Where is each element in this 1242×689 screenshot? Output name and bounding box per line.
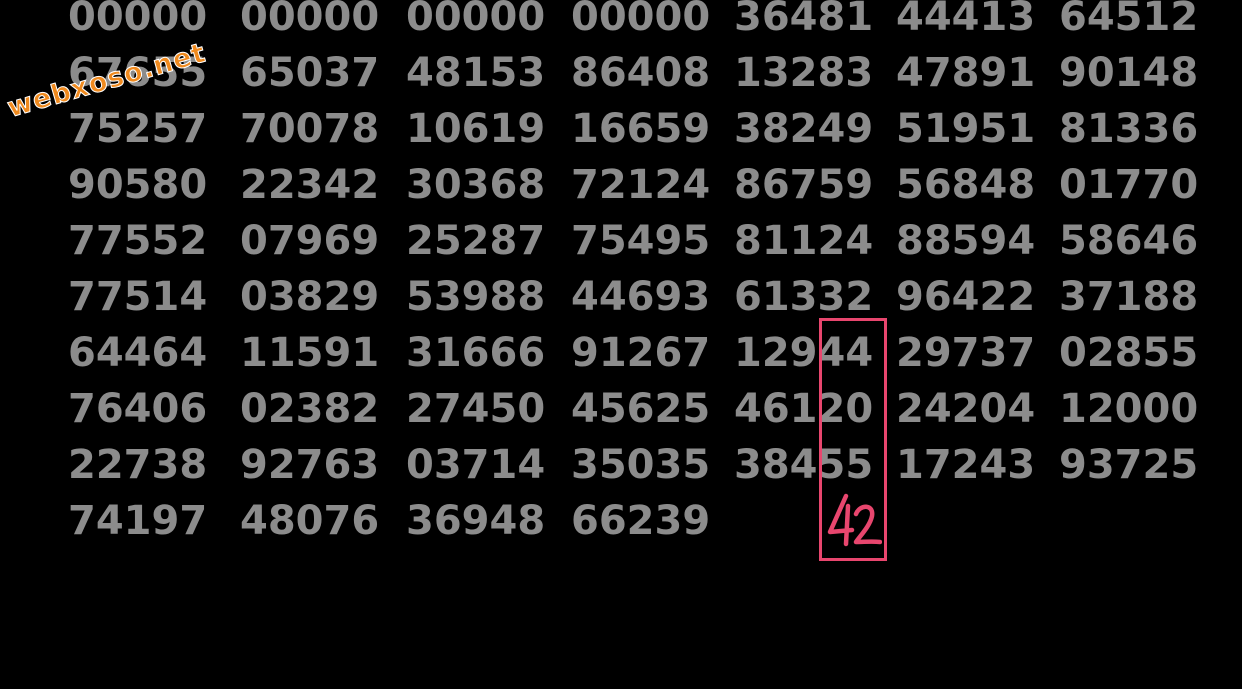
grid-number: 66239 (571, 498, 711, 544)
grid-number: 07969 (240, 218, 380, 264)
grid-number: 44413 (896, 0, 1036, 40)
grid-number: 96422 (896, 274, 1036, 320)
grid-number: 44693 (571, 274, 711, 320)
grid-number: 64464 (68, 330, 208, 376)
grid-number: 48153 (406, 50, 546, 96)
grid-number: 93725 (1059, 442, 1199, 488)
grid-number: 02382 (240, 386, 380, 432)
grid-number: 75257 (68, 106, 208, 152)
grid-number: 01770 (1059, 162, 1199, 208)
grid-number: 77552 (68, 218, 208, 264)
grid-number: 86759 (734, 162, 874, 208)
grid-number: 00000 (240, 0, 380, 40)
grid-number: 90148 (1059, 50, 1199, 96)
grid-number: 64512 (1059, 0, 1199, 40)
grid-number: 02855 (1059, 330, 1199, 376)
grid-number: 47891 (896, 50, 1036, 96)
grid-number: 81336 (1059, 106, 1199, 152)
grid-number: 81124 (734, 218, 874, 264)
grid-number: 38249 (734, 106, 874, 152)
grid-number: 17243 (896, 442, 1036, 488)
grid-number: 24204 (896, 386, 1036, 432)
grid-number: 27450 (406, 386, 546, 432)
grid-number: 11591 (240, 330, 380, 376)
grid-number: 58646 (1059, 218, 1199, 264)
grid-number: 22342 (240, 162, 380, 208)
grid-number: 74197 (68, 498, 208, 544)
grid-number: 86408 (571, 50, 711, 96)
grid-number: 75495 (571, 218, 711, 264)
grid-number: 36481 (734, 0, 874, 40)
grid-number: 00000 (68, 0, 208, 40)
grid-number: 77514 (68, 274, 208, 320)
grid-number: 13283 (734, 50, 874, 96)
grid-number: 00000 (571, 0, 711, 40)
grid-number: 25287 (406, 218, 546, 264)
grid-number: 76406 (68, 386, 208, 432)
grid-number: 36948 (406, 498, 546, 544)
grid-number: 56848 (896, 162, 1036, 208)
grid-number: 65037 (240, 50, 380, 96)
grid-number: 61332 (734, 274, 874, 320)
lottery-number-grid-image: 00000 00000 00000 00000 36481 44413 64512 67655… (0, 0, 1242, 689)
grid-number: 90580 (68, 162, 208, 208)
grid-number: 53988 (406, 274, 546, 320)
grid-number: 88594 (896, 218, 1036, 264)
grid-number: 48076 (240, 498, 380, 544)
handwritten-note (827, 493, 882, 547)
grid-number: 37188 (1059, 274, 1199, 320)
grid-number: 91267 (571, 330, 711, 376)
grid-number: 10619 (406, 106, 546, 152)
grid-number: 70078 (240, 106, 380, 152)
grid-number: 35035 (571, 442, 711, 488)
grid-number: 30368 (406, 162, 546, 208)
grid-number: 29737 (896, 330, 1036, 376)
grid-number: 51951 (896, 106, 1036, 152)
grid-number: 72124 (571, 162, 711, 208)
grid-number: 00000 (406, 0, 546, 40)
grid-number: 92763 (240, 442, 380, 488)
grid-number: 03714 (406, 442, 546, 488)
grid-number: 31666 (406, 330, 546, 376)
grid-number: 16659 (571, 106, 711, 152)
grid-number: 12000 (1059, 386, 1199, 432)
grid-number: 03829 (240, 274, 380, 320)
grid-number: 22738 (68, 442, 208, 488)
grid-number: 45625 (571, 386, 711, 432)
